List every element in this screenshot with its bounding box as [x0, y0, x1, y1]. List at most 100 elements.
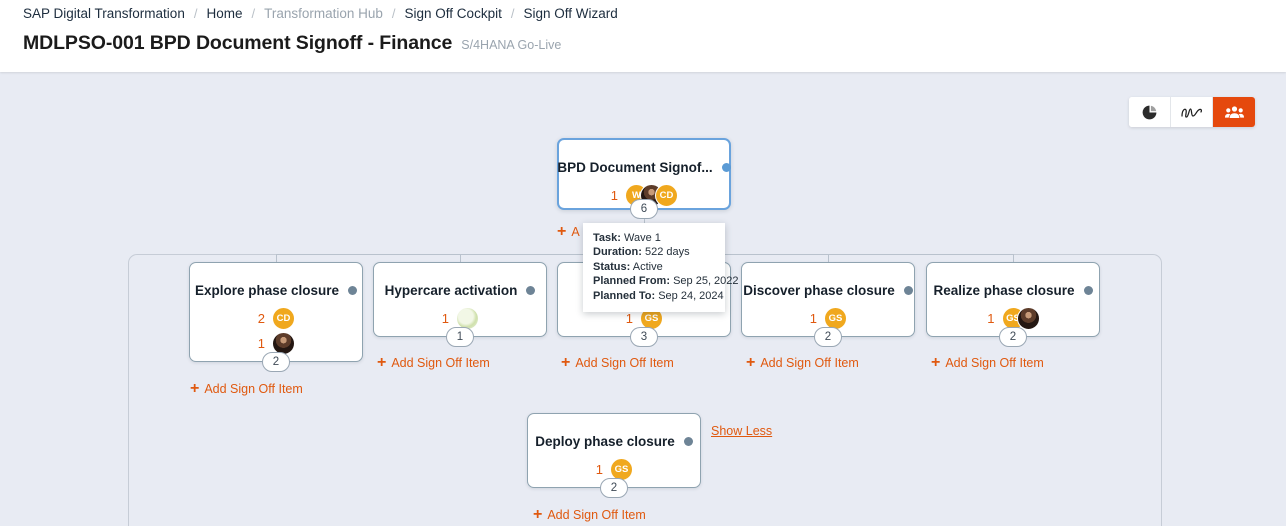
assignee-row: 2 CD — [257, 307, 295, 330]
node-badge[interactable]: 2 — [262, 352, 290, 372]
add-sign-off-item-hypercare[interactable]: + Add Sign Off Item — [377, 355, 490, 371]
add-sign-off-item-root[interactable]: + A — [557, 224, 580, 240]
add-sign-off-item-deploy[interactable]: + Add Sign Off Item — [533, 507, 646, 523]
node-title: Discover phase closure — [743, 283, 895, 298]
tooltip-value: Wave 1 — [623, 232, 661, 244]
add-sign-off-item-label: A — [571, 225, 580, 239]
node-badge[interactable]: 3 — [630, 327, 658, 347]
assignee-count: 1 — [987, 311, 995, 326]
tooltip-label: Task: — [593, 232, 621, 244]
avatar[interactable]: CD — [655, 184, 678, 207]
plus-icon: + — [533, 506, 543, 523]
plus-icon: + — [190, 380, 200, 397]
plus-icon: + — [377, 354, 387, 371]
signature-icon — [1180, 104, 1204, 121]
node-title: Realize phase closure — [933, 283, 1075, 298]
assignee-count: 1 — [809, 311, 817, 326]
signature-view-button[interactable] — [1171, 97, 1213, 127]
add-sign-off-item-realize[interactable]: + Add Sign Off Item — [931, 355, 1044, 371]
pie-chart-icon — [1141, 104, 1158, 121]
page-header: SAP Digital Transformation / Home / Tran… — [0, 0, 1286, 72]
node-badge[interactable]: 2 — [999, 327, 1027, 347]
node-title-row: Discover phase closure — [742, 263, 914, 298]
diagram-canvas[interactable]: BPD Document Signof... 1 W CD 6 + A Expl… — [0, 72, 1286, 526]
page-subtitle: S/4HANA Go-Live — [461, 38, 562, 52]
node-title: Hypercare activation — [384, 283, 518, 298]
node-title-row: Realize phase closure — [927, 263, 1099, 298]
node-badge[interactable]: 2 — [600, 478, 628, 498]
add-sign-off-item-label: Add Sign Off Item — [945, 356, 1044, 370]
plus-icon: + — [931, 354, 941, 371]
breadcrumb-item-sign-off-cockpit[interactable]: Sign Off Cockpit — [405, 6, 502, 21]
plus-icon: + — [557, 223, 567, 240]
add-sign-off-item-discover[interactable]: + Add Sign Off Item — [746, 355, 859, 371]
add-sign-off-item-explore[interactable]: + Add Sign Off Item — [190, 381, 303, 397]
node-realize-phase-closure[interactable]: Realize phase closure 1 GS 2 — [926, 262, 1100, 347]
avatar[interactable]: CD — [272, 307, 295, 330]
assignee-rows: 2 CD 1 — [190, 307, 362, 355]
node-badge[interactable]: 1 — [446, 327, 474, 347]
breadcrumb-item-sap-digital-transformation[interactable]: SAP Digital Transformation — [23, 6, 185, 21]
node-title-row: Deploy phase closure — [528, 414, 700, 449]
status-dot-icon — [903, 286, 913, 295]
tooltip-label: Planned From: — [593, 275, 671, 288]
breadcrumb-item-transformation-hub[interactable]: Transformation Hub — [264, 6, 383, 21]
node-badge[interactable]: 6 — [630, 199, 658, 219]
node-explore-phase-closure[interactable]: Explore phase closure 2 CD 1 2 — [189, 262, 363, 372]
node-title-row: Hypercare activation — [374, 263, 546, 298]
connector-to-realize — [1013, 254, 1014, 262]
people-view-button[interactable] — [1213, 97, 1255, 127]
add-sign-off-item-label: Add Sign Off Item — [204, 382, 303, 396]
people-icon — [1224, 105, 1244, 120]
node-title-row: Explore phase closure — [190, 263, 362, 298]
node-title: Deploy phase closure — [535, 434, 675, 449]
breadcrumb-item-sign-off-wizard[interactable]: Sign Off Wizard — [523, 6, 617, 21]
add-sign-off-item-prepare[interactable]: + Add Sign Off Item — [561, 355, 674, 371]
breadcrumb: SAP Digital Transformation / Home / Tran… — [23, 6, 618, 21]
pie-chart-view-button[interactable] — [1129, 97, 1171, 127]
tooltip-label: Status: — [593, 260, 631, 273]
show-less-link[interactable]: Show Less — [711, 424, 772, 438]
add-sign-off-item-label: Add Sign Off Item — [760, 356, 859, 370]
tooltip-label: Planned To: — [593, 289, 656, 302]
status-dot-icon — [348, 286, 358, 295]
add-sign-off-item-label: Add Sign Off Item — [575, 356, 674, 370]
page-title-row: MDLPSO-001 BPD Document Signoff - Financ… — [23, 32, 561, 55]
node-title: BPD Document Signof... — [557, 160, 713, 175]
node-title-row: BPD Document Signof... — [557, 140, 731, 175]
breadcrumb-separator: / — [510, 6, 515, 21]
status-dot-icon — [526, 286, 536, 295]
avatar-group[interactable]: CD — [272, 307, 295, 330]
node-deploy-phase-closure[interactable]: Deploy phase closure 1 GS 2 — [527, 413, 701, 498]
assignee-count: 1 — [257, 336, 265, 351]
status-dot-icon — [1083, 286, 1093, 295]
connector-to-explore — [276, 254, 277, 262]
plus-icon: + — [746, 354, 756, 371]
connector-to-discover — [828, 254, 829, 262]
node-bpd-document-signoff[interactable]: BPD Document Signof... 1 W CD 6 — [557, 138, 731, 219]
assignee-count: 1 — [610, 188, 618, 203]
tooltip-line-planned-to: Planned To: Sep 24, 2024 — [593, 289, 724, 303]
assignee-count: 1 — [441, 311, 449, 326]
plus-icon: + — [561, 354, 571, 371]
tooltip-value: 522 days — [644, 246, 690, 259]
status-dot-icon — [721, 163, 731, 172]
assignee-count: 1 — [595, 462, 603, 477]
tooltip-value: Sep 24, 2024 — [658, 289, 724, 302]
tooltip-line-status: Status: Active — [593, 260, 715, 274]
tooltip-line-duration: Duration: 522 days — [593, 245, 715, 259]
breadcrumb-item-home[interactable]: Home — [206, 6, 242, 21]
breadcrumb-separator: / — [251, 6, 256, 21]
breadcrumb-separator: / — [391, 6, 396, 21]
node-title: Explore phase closure — [194, 283, 340, 298]
node-discover-phase-closure[interactable]: Discover phase closure 1 GS 2 — [741, 262, 915, 347]
breadcrumb-separator: / — [193, 6, 198, 21]
tooltip-label: Duration: — [593, 246, 642, 259]
view-toggle-group[interactable] — [1129, 97, 1255, 127]
connector-to-hypercare — [460, 254, 461, 262]
tooltip-value: Sep 25, 2022 — [673, 275, 739, 288]
assignee-count: 2 — [257, 311, 265, 326]
page-title: MDLPSO-001 BPD Document Signoff - Financ… — [23, 32, 453, 54]
node-hypercare-activation[interactable]: Hypercare activation 1 1 — [373, 262, 547, 347]
node-badge[interactable]: 2 — [814, 327, 842, 347]
